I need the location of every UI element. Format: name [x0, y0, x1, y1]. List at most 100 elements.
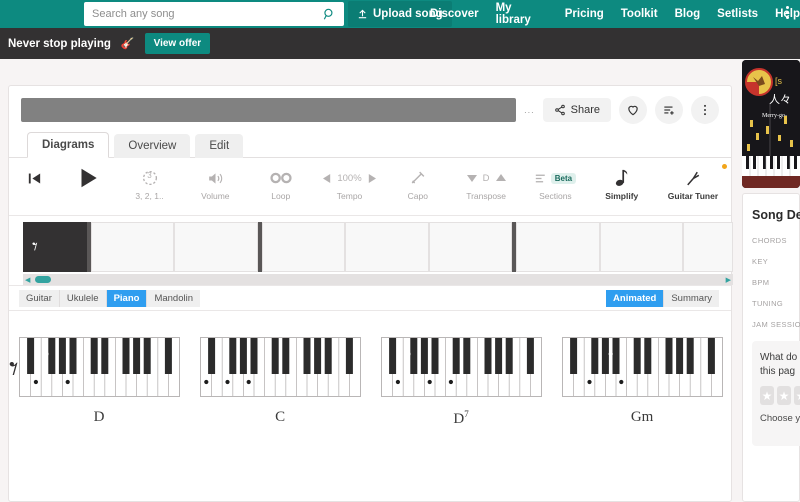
- star-icon[interactable]: ★: [777, 386, 791, 405]
- play-icon: [75, 168, 101, 188]
- star-icon[interactable]: ★: [760, 386, 774, 405]
- loop-button[interactable]: Loop: [248, 164, 313, 201]
- black-key: [164, 338, 172, 374]
- measure-active[interactable]: 𝄾: [23, 222, 87, 272]
- scroll-right-icon[interactable]: ▶: [726, 276, 731, 284]
- instrument-ukulele[interactable]: Ukulele: [59, 289, 107, 307]
- simplify-button[interactable]: Simplify: [589, 164, 655, 201]
- nav-link-blog[interactable]: Blog: [675, 8, 701, 20]
- chord-name-label: C: [275, 409, 286, 425]
- capo-button[interactable]: Capo: [386, 164, 450, 201]
- kebab-menu-icon[interactable]: [786, 6, 790, 19]
- volume-button[interactable]: Volume: [183, 164, 248, 201]
- rating-stars[interactable]: ★ ★ ★: [760, 386, 800, 405]
- black-key: [494, 338, 502, 374]
- black-key: [281, 338, 289, 374]
- white-key-marker: [246, 379, 251, 385]
- view-offer-button[interactable]: View offer: [144, 33, 211, 54]
- quarter-rest-glyph: 𝄾: [32, 234, 38, 259]
- measure-timeline[interactable]: 𝄾: [9, 216, 733, 272]
- nav-link-discover[interactable]: Discover: [430, 8, 479, 20]
- chord-diagram-panel: 𝄾 D C D7 Gm: [9, 311, 731, 461]
- sections-button[interactable]: Beta Sections: [522, 164, 588, 201]
- search-input[interactable]: [92, 8, 322, 20]
- instrument-piano[interactable]: Piano: [106, 289, 148, 307]
- nav-link-setlists[interactable]: Setlists: [717, 8, 758, 20]
- white-key-marker: [203, 379, 208, 385]
- black-key-marker: [43, 351, 49, 357]
- top-navigation-bar: Upload song Discover My library Pricing …: [0, 0, 800, 28]
- title-overflow-dots: ...: [524, 105, 535, 115]
- black-key: [707, 338, 715, 374]
- guitar-tuner-button[interactable]: Guitar Tuner: [655, 164, 731, 201]
- measure-item[interactable]: [174, 222, 258, 272]
- volume-label: Volume: [201, 191, 230, 201]
- black-key: [601, 338, 609, 374]
- instrument-mandolin[interactable]: Mandolin: [147, 289, 200, 307]
- album-art-thumbnail[interactable]: [s 人々 Merry-go-: [742, 60, 800, 188]
- more-options-button[interactable]: [691, 96, 719, 124]
- measure-item[interactable]: [516, 222, 600, 272]
- instrument-guitar[interactable]: Guitar: [19, 289, 60, 307]
- search-icon[interactable]: [322, 7, 336, 21]
- measure-item[interactable]: [91, 222, 174, 272]
- main-nav-links: Discover My library Pricing Toolkit Blog…: [430, 0, 800, 28]
- right-sidebar: [s 人々 Merry-go- Song De CHORDS KEY BPM T…: [742, 59, 800, 502]
- search-box[interactable]: [84, 2, 344, 26]
- rewind-button[interactable]: [9, 164, 60, 191]
- svg-text:人々: 人々: [769, 93, 791, 106]
- measure-item[interactable]: [262, 222, 345, 272]
- guitar-emoji-icon: 🎸: [120, 38, 135, 50]
- tempo-stepper-icon: 100%: [323, 168, 376, 188]
- tab-edit[interactable]: Edit: [195, 134, 244, 158]
- black-key: [388, 338, 396, 374]
- black-key: [643, 338, 651, 374]
- nav-link-my-library[interactable]: My library: [496, 2, 548, 26]
- chord-name-label: D: [93, 409, 105, 425]
- nav-link-pricing[interactable]: Pricing: [565, 8, 604, 20]
- nav-link-toolkit[interactable]: Toolkit: [621, 8, 658, 20]
- favorite-button[interactable]: [619, 96, 647, 124]
- black-key: [47, 338, 55, 374]
- black-key: [345, 338, 353, 374]
- chord-superscript: 7: [464, 409, 469, 419]
- note-icon: [614, 168, 630, 188]
- view-mode-toggle: Animated Summary: [606, 289, 719, 307]
- white-key-marker: [586, 379, 592, 385]
- heart-icon: [628, 105, 638, 116]
- share-button[interactable]: Share: [542, 98, 611, 122]
- add-to-playlist-button[interactable]: [655, 96, 683, 124]
- chord-name-label: Gm: [630, 409, 654, 425]
- tuning-fork-icon: [683, 168, 702, 188]
- tab-overview[interactable]: Overview: [114, 134, 191, 158]
- black-key: [228, 338, 236, 374]
- instrument-tabs: Guitar Ukulele Piano Mandolin: [19, 289, 200, 307]
- count-in-button[interactable]: 3 3, 2, 1..: [116, 164, 182, 201]
- chord-name-label: D7: [453, 409, 469, 427]
- measure-item[interactable]: [600, 222, 683, 272]
- tempo-stepper[interactable]: 100% Tempo: [313, 164, 385, 201]
- svg-text:[s: [s: [775, 76, 783, 86]
- scroll-left-icon[interactable]: ◀: [25, 276, 30, 284]
- timeline-scrollbar[interactable]: ◀ ▶: [23, 274, 733, 285]
- song-details-card: Song Det CHORDS KEY BPM TUNING JAM SESSI…: [742, 193, 800, 502]
- measure-item[interactable]: [345, 222, 429, 272]
- black-key: [271, 338, 279, 374]
- countdown-icon: 3: [141, 168, 159, 188]
- black-key: [207, 338, 215, 374]
- infinity-icon: [268, 168, 294, 188]
- tab-diagrams[interactable]: Diagrams: [27, 132, 110, 158]
- black-key: [675, 338, 683, 374]
- capo-icon: [408, 168, 428, 188]
- transpose-stepper[interactable]: D Transpose: [450, 164, 522, 202]
- measure-item[interactable]: [683, 222, 733, 272]
- view-mode-summary[interactable]: Summary: [664, 289, 719, 307]
- black-key: [484, 338, 492, 374]
- black-key: [409, 338, 417, 374]
- star-icon[interactable]: ★: [794, 386, 800, 405]
- black-key: [686, 338, 694, 374]
- scrollbar-thumb[interactable]: [35, 276, 51, 283]
- view-mode-animated[interactable]: Animated: [606, 289, 665, 307]
- measure-item[interactable]: [429, 222, 512, 272]
- play-button[interactable]: [60, 164, 117, 191]
